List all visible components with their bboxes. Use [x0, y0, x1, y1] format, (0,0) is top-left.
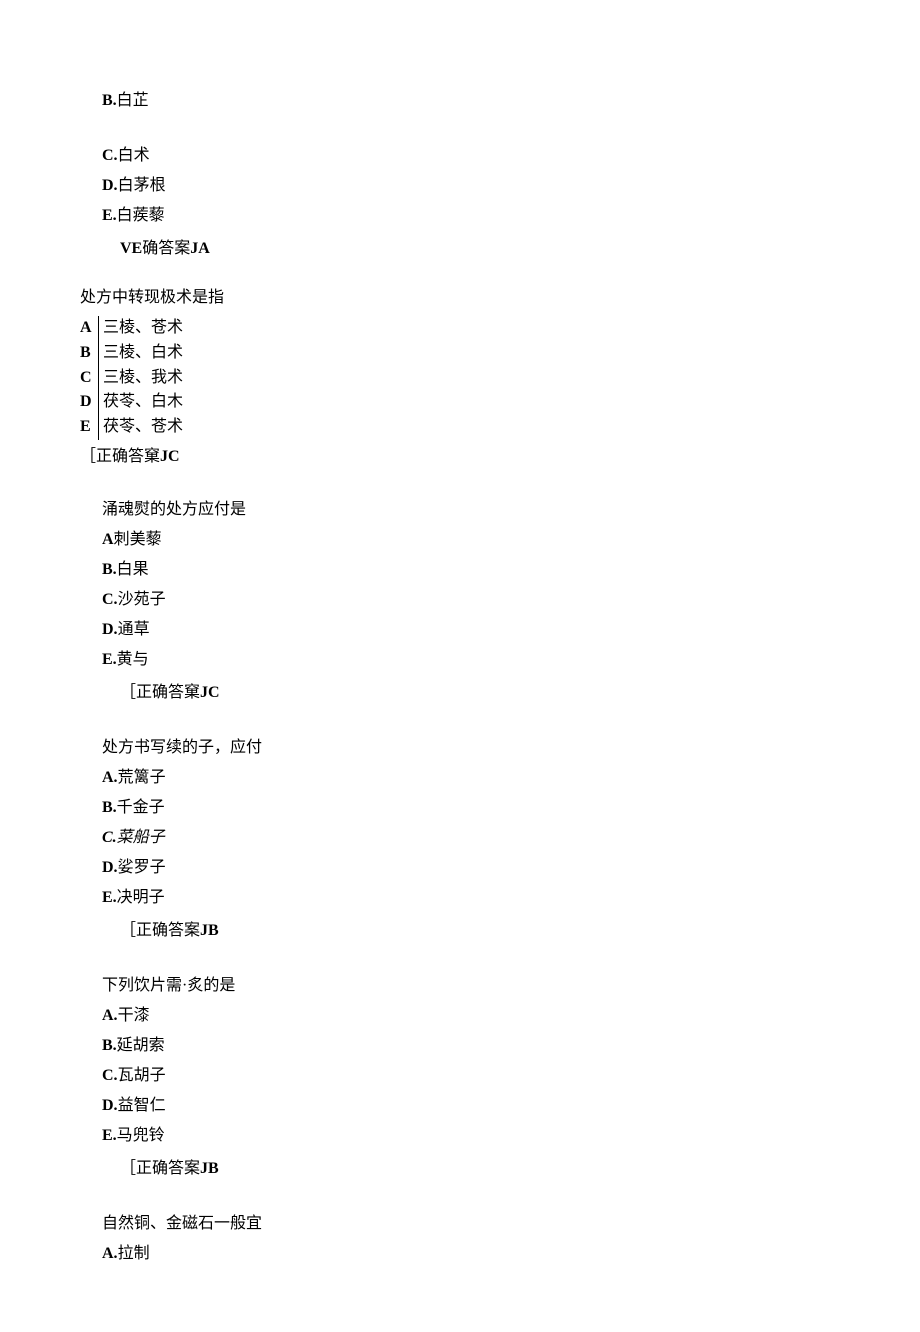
option-label: E.	[102, 207, 117, 224]
q1-option-e: E.白蒺藜	[102, 204, 920, 228]
option-label: E.	[102, 1127, 117, 1144]
answer-mid: 确答案	[142, 240, 190, 257]
option-text: 通草	[118, 621, 150, 638]
option-text: 拉制	[118, 1245, 150, 1262]
q4-stem: 处方书写续的子，应付	[102, 732, 920, 760]
option-label: C.	[102, 829, 117, 846]
option-text: 三棱、苍术	[99, 316, 183, 341]
option-text: 白术	[118, 147, 150, 164]
option-text: 娑罗子	[118, 859, 166, 876]
option-label: D.	[102, 1097, 118, 1114]
option-text: 荒篱子	[118, 769, 166, 786]
answer-prefix: VE	[120, 240, 142, 257]
option-label: B.	[102, 799, 117, 816]
option-label: D	[80, 390, 99, 415]
table-row: E 茯苓、苍术	[80, 415, 920, 440]
option-text: 茯苓、白木	[99, 390, 183, 415]
option-label: E.	[102, 889, 117, 906]
option-text: 千金子	[117, 799, 165, 816]
q5-option-d: D.益智仁	[102, 1094, 920, 1118]
q3-option-c: C.沙苑子	[102, 588, 920, 612]
option-label: E	[80, 415, 99, 440]
option-label: B.	[102, 1037, 117, 1054]
option-label: C.	[102, 1067, 118, 1084]
option-text: 白芷	[117, 92, 149, 109]
option-label: D.	[102, 621, 118, 638]
q3-option-a: A刺美藜	[102, 528, 920, 552]
q5-option-a: A.干漆	[102, 1004, 920, 1028]
q3-answer: ［正确答窠JC	[120, 678, 920, 702]
q4-option-a: A.荒篱子	[102, 766, 920, 790]
q3-option-e: E.黄与	[102, 648, 920, 672]
q5-option-b: B.延胡索	[102, 1034, 920, 1058]
q2-options-table: A 三棱、苍术 B 三棱、白术 C 三棱、我术 D 茯苓、白木 E 茯苓、苍术	[80, 316, 920, 440]
option-label: E.	[102, 651, 117, 668]
q3-option-b: B.白果	[102, 558, 920, 582]
option-text: 益智仁	[118, 1097, 166, 1114]
document-page: B.白芷 C.白术 D.白茅根 E.白蒺藜 VE确答案JA 处方中转现极术是指 …	[0, 0, 920, 1332]
option-label: C.	[102, 147, 118, 164]
option-text: 延胡索	[117, 1037, 165, 1054]
answer-code: JC	[200, 684, 220, 701]
option-label: A	[102, 531, 114, 548]
option-text: 刺美藜	[114, 531, 162, 548]
option-text: 马兜铃	[117, 1127, 165, 1144]
option-label: B.	[102, 92, 117, 109]
option-text: 黄与	[117, 651, 149, 668]
option-label: B.	[102, 561, 117, 578]
q1-answer: VE确答案JA	[120, 234, 920, 258]
option-text: 白果	[117, 561, 149, 578]
table-row: B 三棱、白术	[80, 341, 920, 366]
option-text: 三棱、我术	[99, 366, 183, 391]
table-row: D 茯苓、白木	[80, 390, 920, 415]
q3-stem: 涌魂熨的处方应付是	[102, 494, 920, 522]
option-label: A.	[102, 1007, 118, 1024]
option-text: 干漆	[118, 1007, 150, 1024]
answer-code: JB	[200, 922, 219, 939]
table-row: A 三棱、苍术	[80, 316, 920, 341]
table-row: C 三棱、我术	[80, 366, 920, 391]
q5-answer: ［正确答案JB	[120, 1154, 920, 1178]
q4-option-d: D.娑罗子	[102, 856, 920, 880]
option-text: 瓦胡子	[118, 1067, 166, 1084]
option-label: D.	[102, 859, 118, 876]
option-label: A.	[102, 769, 118, 786]
q6-stem: 自然铜、金磁石一般宜	[102, 1208, 920, 1236]
q5-option-c: C.瓦胡子	[102, 1064, 920, 1088]
option-label: A.	[102, 1245, 118, 1262]
q6-option-a: A.拉制	[102, 1242, 920, 1266]
option-text: 白蒺藜	[117, 207, 165, 224]
option-label: B	[80, 341, 99, 366]
option-text: 三棱、白术	[99, 341, 183, 366]
option-label: C	[80, 366, 99, 391]
option-text: 白茅根	[118, 177, 166, 194]
option-text: 沙苑子	[118, 591, 166, 608]
q1-option-c: C.白术	[102, 144, 920, 168]
q4-option-c: C.菜船子	[102, 826, 920, 850]
q2-answer: ［正确答窠JC	[80, 442, 920, 466]
q1-option-d: D.白茅根	[102, 174, 920, 198]
option-text: 茯苓、苍术	[99, 415, 183, 440]
q4-answer: ［正确答案JB	[120, 916, 920, 940]
answer-code: JC	[160, 448, 180, 465]
q1-option-b: B.白芷	[102, 80, 920, 138]
option-label: C.	[102, 591, 118, 608]
q3-option-d: D.通草	[102, 618, 920, 642]
answer-code: JB	[200, 1160, 219, 1177]
q4-option-b: B.千金子	[102, 796, 920, 820]
option-label: D.	[102, 177, 118, 194]
q2-stem: 处方中转现极术是指	[80, 286, 920, 310]
option-text: 决明子	[117, 889, 165, 906]
q4-option-e: E.决明子	[102, 886, 920, 910]
q5-option-e: E.马兜铃	[102, 1124, 920, 1148]
option-label: A	[80, 316, 99, 341]
answer-code: JA	[190, 240, 210, 257]
q5-stem: 下列饮片需·炙的是	[102, 970, 920, 998]
option-text: 菜船子	[117, 829, 165, 846]
